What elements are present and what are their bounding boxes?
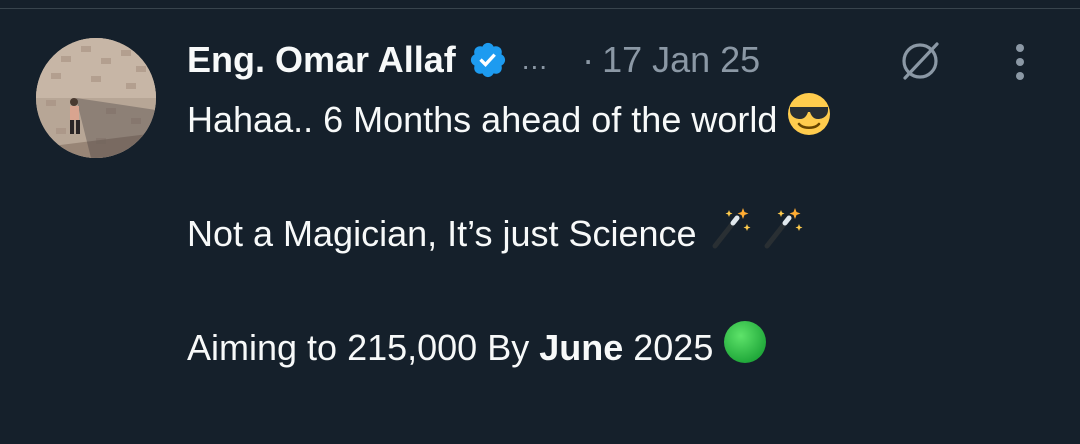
verified-badge-icon bbox=[468, 40, 508, 80]
tweet-line-2-text: Not a Magician, It’s just Science bbox=[187, 213, 697, 254]
more-options-icon[interactable] bbox=[1006, 40, 1034, 84]
smiling-face-with-sunglasses-icon bbox=[785, 90, 833, 150]
tweet-line-1-text: Hahaa.. 6 Months ahead of the world bbox=[187, 99, 778, 140]
tweet-line-2: Not a Magician, It’s just Science bbox=[187, 208, 1047, 258]
tweet-line-3-bold: June bbox=[539, 327, 624, 368]
magic-wand-icon bbox=[757, 204, 805, 264]
separator-dot: · bbox=[582, 39, 595, 80]
handle-truncated[interactable]: ... bbox=[522, 44, 548, 76]
tweet-line-3-prefix: Aiming to 215,000 By bbox=[187, 327, 540, 368]
tweet-date[interactable]: 17 Jan 25 bbox=[602, 39, 760, 81]
green-circle-icon bbox=[721, 318, 769, 378]
magic-wand-icon bbox=[705, 204, 753, 264]
tweet-line-1: Hahaa.. 6 Months ahead of the world bbox=[187, 93, 1047, 144]
tweet-line-3-suffix: 2025 bbox=[623, 327, 714, 368]
tweet-header: Eng. Omar Allaf ... · 17 Jan 25 bbox=[187, 36, 760, 84]
avatar[interactable] bbox=[36, 38, 156, 158]
tweet-line-3: Aiming to 215,000 By June 2025 bbox=[187, 321, 1047, 372]
avatar-photo bbox=[36, 38, 156, 158]
tweet-text: Hahaa.. 6 Months ahead of the world Not … bbox=[187, 93, 1047, 372]
author-display-name[interactable]: Eng. Omar Allaf bbox=[187, 39, 456, 81]
top-divider bbox=[0, 8, 1080, 9]
grok-icon[interactable] bbox=[897, 38, 943, 84]
